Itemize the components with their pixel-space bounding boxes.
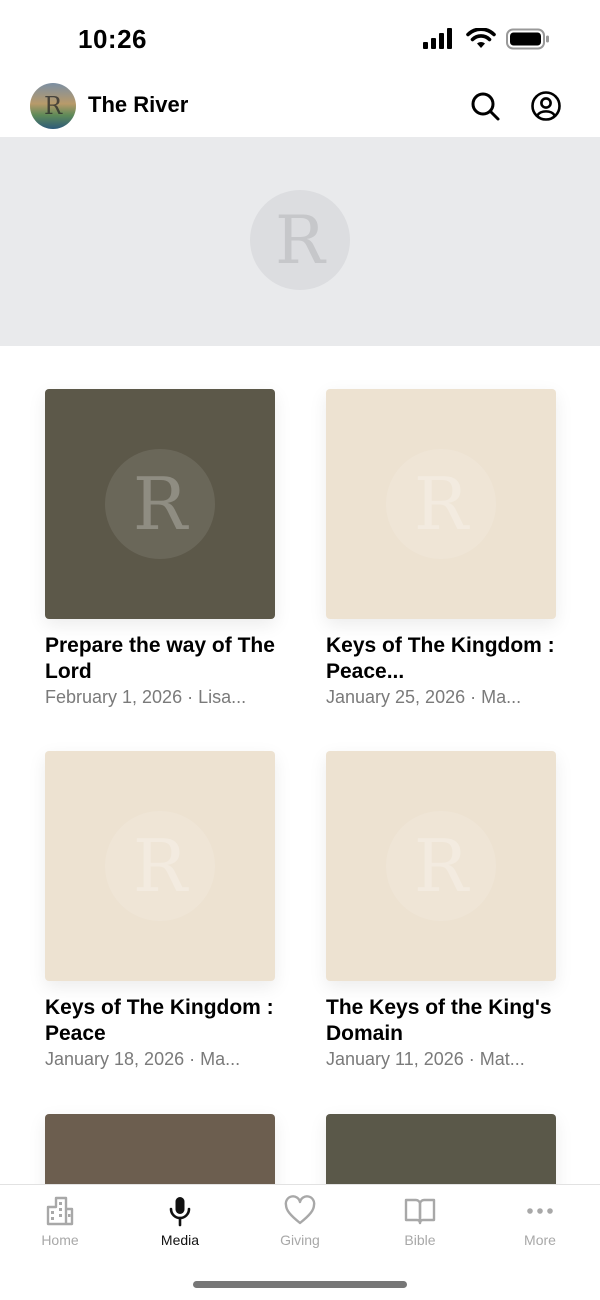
tab-label: Media (160, 1232, 200, 1248)
media-thumbnail: R (326, 751, 556, 981)
tab-label: Bible (404, 1232, 436, 1248)
status-icons (422, 28, 550, 50)
app-header: R The River (0, 80, 600, 136)
hero-logo: R (250, 190, 350, 290)
book-icon (404, 1198, 436, 1225)
tab-home[interactable]: Home (0, 1195, 120, 1257)
thumbnail-logo: R (105, 811, 215, 921)
battery-icon (506, 28, 549, 50)
thumbnail-logo: R (105, 449, 215, 559)
thumbnail-logo: R (386, 449, 496, 559)
tab-giving[interactable]: Giving (240, 1195, 360, 1257)
media-title: The Keys of the King's Domain (326, 996, 552, 1045)
search-icon[interactable] (469, 90, 501, 122)
media-title: Prepare the way of The Lord (45, 634, 275, 683)
tab-label: More (524, 1232, 556, 1248)
heart-icon (284, 1195, 316, 1225)
status-bar: 10:26 (0, 0, 600, 80)
microphone-icon (169, 1197, 191, 1227)
media-meta: February 1, 2026 · Lisa... (45, 687, 247, 707)
account-icon[interactable] (530, 90, 562, 122)
tab-media[interactable]: Media (120, 1195, 240, 1257)
media-card[interactable]: R Keys of The Kingdom : Peace... January… (326, 389, 556, 709)
media-title: Keys of The Kingdom : Peace (45, 996, 274, 1045)
cellular-signal-icon (423, 28, 452, 49)
media-meta: January 18, 2026 · Ma... (45, 1049, 241, 1069)
media-meta: January 25, 2026 · Ma... (326, 687, 522, 707)
media-thumbnail: R (45, 389, 275, 619)
media-meta: January 11, 2026 · Mat... (326, 1049, 525, 1069)
hero-banner: R (0, 137, 600, 346)
church-avatar[interactable]: R (30, 83, 76, 129)
tab-bible[interactable]: Bible (360, 1195, 480, 1257)
media-title: Keys of The Kingdom : Peace... (326, 634, 555, 683)
tab-label: Giving (280, 1232, 320, 1248)
media-thumbnail: R (326, 389, 556, 619)
media-card[interactable]: R Keys of The Kingdom : Peace January 18… (45, 751, 275, 1071)
building-icon (46, 1196, 74, 1226)
avatar-logo-letter: R (43, 92, 63, 120)
wifi-icon (466, 28, 496, 48)
media-card[interactable]: R Prepare the way of The Lord February 1… (45, 389, 275, 709)
home-indicator[interactable] (193, 1281, 407, 1288)
tab-more[interactable]: More (480, 1195, 600, 1257)
media-card[interactable]: R The Keys of the King's Domain January … (326, 751, 556, 1071)
media-thumbnail: R (45, 751, 275, 981)
app-title: The River (88, 92, 189, 117)
thumbnail-logo: R (386, 811, 496, 921)
more-dots-icon (527, 1208, 553, 1214)
tab-label: Home (41, 1232, 79, 1248)
status-time: 10:26 (78, 24, 147, 54)
